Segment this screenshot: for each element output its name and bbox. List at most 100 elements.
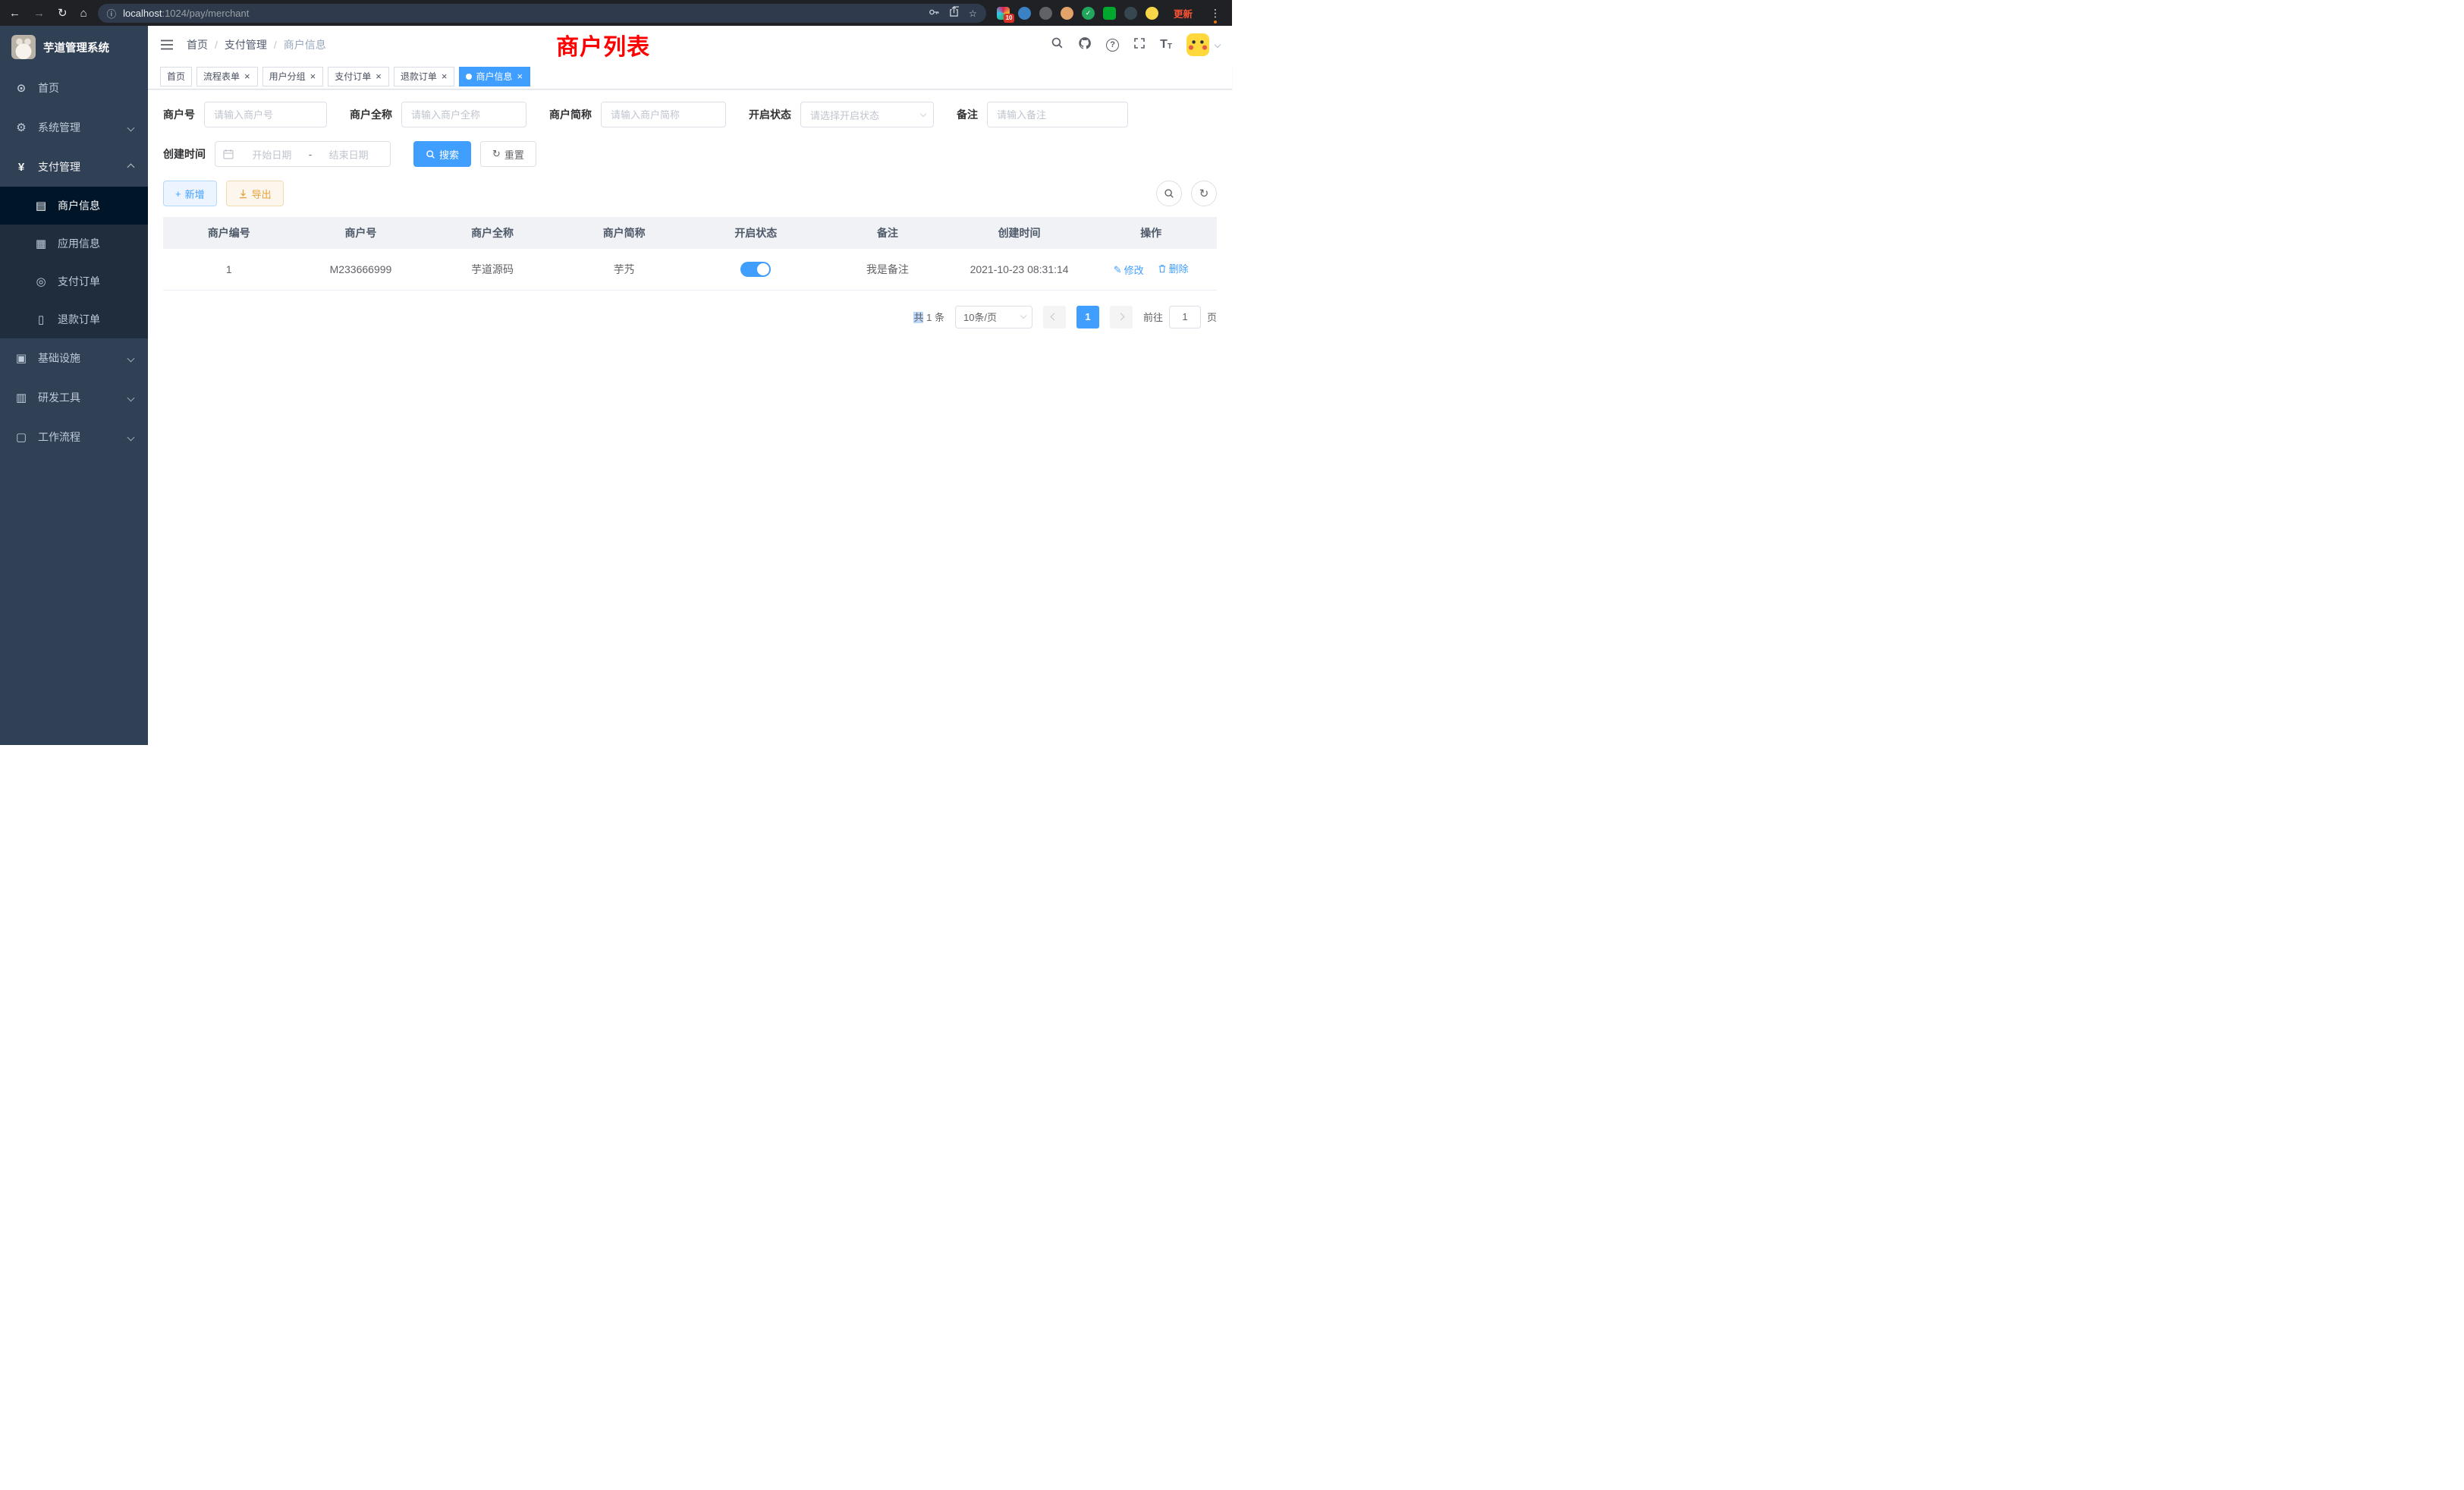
font-size-icon[interactable]: TT (1160, 39, 1172, 51)
home-icon[interactable]: ⌂ (80, 8, 87, 19)
sidebar-item-home[interactable]: ⊙ 首页 (0, 68, 148, 108)
tab-process-form[interactable]: 流程表单 × (196, 67, 258, 86)
address-bar[interactable]: ⓘ localhost:1024/pay/merchant ☆ (98, 4, 986, 23)
filter-row-1: 商户号 商户全称 商户简称 开启状态 请选择开启状态 (163, 102, 1217, 127)
extension-icon-gray[interactable] (1039, 7, 1052, 20)
status-toggle[interactable] (740, 262, 771, 277)
status-select[interactable]: 请选择开启状态 (800, 102, 934, 127)
prev-page-button[interactable] (1043, 306, 1066, 328)
page-size-select[interactable]: 10条/页 (955, 306, 1032, 328)
password-key-icon[interactable] (929, 7, 939, 20)
github-icon[interactable] (1078, 36, 1092, 54)
column-header: 备注 (822, 217, 954, 249)
close-icon[interactable]: × (310, 71, 317, 81)
tab-home[interactable]: 首页 (160, 67, 192, 86)
tab-pay-order[interactable]: 支付订单 × (328, 67, 389, 86)
close-icon[interactable]: × (441, 71, 448, 81)
next-page-button[interactable] (1110, 306, 1133, 328)
site-info-icon[interactable]: ⓘ (107, 6, 117, 20)
tab-refund-order[interactable]: 退款订单 × (394, 67, 455, 86)
extension-icon-green-check[interactable]: ✓ (1082, 7, 1095, 20)
sidebar-item-infrastructure[interactable]: ▣ 基础设施 (0, 338, 148, 378)
add-button-label: 新增 (185, 187, 205, 201)
remark-input[interactable] (987, 102, 1128, 127)
sidebar-item-label: 支付管理 (38, 159, 80, 174)
refresh-table-button[interactable]: ↻ (1191, 181, 1217, 206)
breadcrumb-item[interactable]: 支付管理 (225, 37, 267, 52)
tab-merchant-info[interactable]: 商户信息 × (459, 67, 530, 86)
sidebar-item-app-info[interactable]: ▦ 应用信息 (0, 225, 148, 262)
page-content: 商户号 商户全称 商户简称 开启状态 请选择开启状态 (148, 90, 1232, 745)
sidebar-item-merchant-info[interactable]: ▤ 商户信息 (0, 187, 148, 225)
toolbox-icon: ▥ (14, 391, 28, 404)
pagination: 共 1 条 10条/页 1 前往 页 (163, 306, 1217, 328)
edit-link[interactable]: ✎修改 (1114, 262, 1144, 277)
toggle-search-button[interactable] (1156, 181, 1182, 206)
full-name-input[interactable] (401, 102, 526, 127)
search-button[interactable]: 搜索 (413, 141, 471, 167)
sidebar-item-system[interactable]: ⚙ 系统管理 (0, 108, 148, 147)
update-dot (1214, 20, 1217, 24)
sidebar-item-dev-tools[interactable]: ▥ 研发工具 (0, 378, 148, 417)
current-page-button[interactable]: 1 (1076, 306, 1099, 328)
forward-icon[interactable]: → (33, 8, 45, 19)
extension-icon-avatar[interactable] (1061, 7, 1073, 20)
delete-link[interactable]: 删除 (1158, 261, 1189, 275)
date-start-placeholder: 开始日期 (238, 147, 306, 162)
sidebar-item-refund-order[interactable]: ▯ 退款订单 (0, 300, 148, 338)
sidebar-item-workflow[interactable]: ▢ 工作流程 (0, 417, 148, 457)
extension-icon-multicolor[interactable]: 10 (997, 7, 1010, 20)
hamburger-icon[interactable] (160, 39, 174, 51)
goto-label: 前往 (1143, 310, 1163, 324)
filter-row-2: 创建时间 开始日期 - 结束日期 搜索 (163, 141, 1217, 167)
filter-short-name: 商户简称 (549, 102, 726, 127)
extension-icon-emoji[interactable] (1146, 7, 1158, 20)
extensions-area: 10 ✓ (997, 7, 1158, 20)
font-size-small: T (1168, 43, 1172, 51)
date-range-picker[interactable]: 开始日期 - 结束日期 (215, 141, 391, 167)
refresh-icon: ↻ (1199, 187, 1209, 200)
sidebar-item-payment[interactable]: ¥ 支付管理 (0, 147, 148, 187)
export-button[interactable]: 导出 (226, 181, 284, 206)
extension-icon-dark[interactable] (1124, 7, 1137, 20)
sidebar: 芋道管理系统 ⊙ 首页 ⚙ 系统管理 ¥ 支付管理 (0, 26, 148, 745)
sidebar-item-label: 系统管理 (38, 120, 80, 135)
search-icon (1164, 188, 1174, 199)
sidebar-item-pay-order[interactable]: ◎ 支付订单 (0, 262, 148, 300)
total-text: 共 1 条 (913, 310, 944, 324)
document-icon: ▯ (34, 313, 48, 326)
bookmark-star-icon[interactable]: ☆ (969, 8, 977, 19)
short-name-input[interactable] (601, 102, 726, 127)
check-icon: ✓ (1086, 9, 1092, 17)
goto-page-input[interactable] (1169, 306, 1201, 328)
share-icon[interactable] (949, 6, 959, 20)
user-avatar-menu[interactable] (1186, 33, 1220, 56)
search-icon[interactable] (1051, 36, 1064, 53)
app-logo[interactable]: 芋道管理系统 (0, 26, 148, 68)
reload-icon[interactable]: ↻ (58, 8, 68, 19)
chevron-down-icon (127, 394, 135, 401)
help-icon[interactable]: ? (1106, 39, 1119, 52)
breadcrumb-item[interactable]: 首页 (187, 37, 208, 52)
browser-update-button[interactable]: 更新 (1169, 4, 1197, 23)
extension-icon-blue-drop[interactable] (1018, 7, 1031, 20)
browser-menu-kebab[interactable]: ⋮ (1208, 7, 1223, 20)
tab-label: 用户分组 (269, 70, 306, 83)
logo-image (11, 35, 36, 59)
close-icon[interactable]: × (516, 71, 523, 81)
download-icon (238, 189, 248, 199)
table-row[interactable]: 1 M233666999 芋道源码 芋艿 我是备注 2021-10-23 08:… (163, 249, 1217, 290)
extension-icon-green-square[interactable] (1103, 7, 1116, 20)
close-icon[interactable]: × (244, 71, 251, 81)
fullscreen-icon[interactable] (1133, 37, 1146, 53)
close-icon[interactable]: × (375, 71, 382, 81)
edit-label: 修改 (1124, 262, 1144, 277)
url-text[interactable]: localhost:1024/pay/merchant (123, 8, 922, 19)
tab-user-group[interactable]: 用户分组 × (262, 67, 324, 86)
merchant-no-input[interactable] (204, 102, 327, 127)
reset-button[interactable]: ↻ 重置 (480, 141, 536, 167)
add-button[interactable]: + 新增 (163, 181, 217, 206)
trash-icon (1158, 264, 1167, 273)
page-size-value: 10条/页 (963, 310, 1021, 324)
back-icon[interactable]: ← (9, 8, 20, 19)
